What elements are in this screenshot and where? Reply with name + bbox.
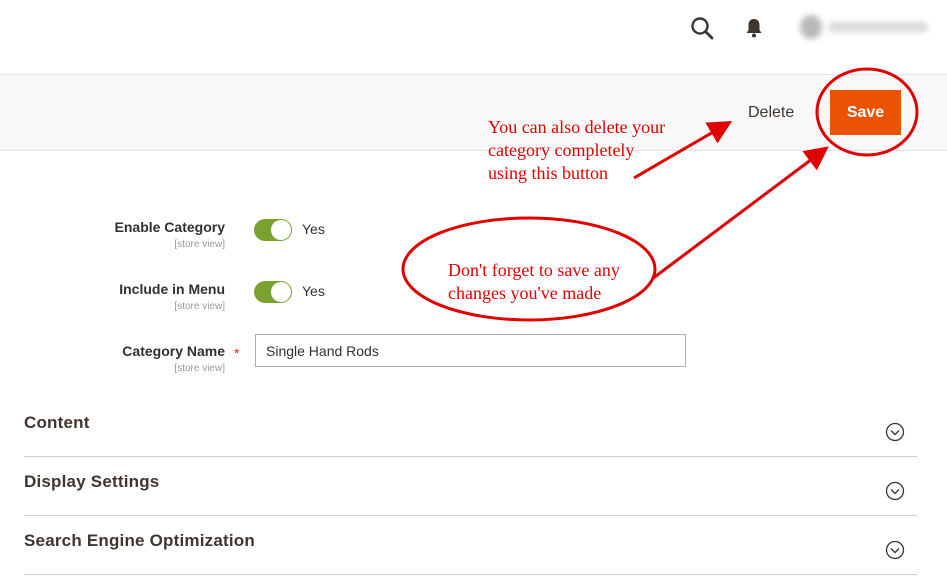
bell-icon[interactable]: [742, 14, 766, 42]
enable-category-scope: [store view]: [174, 239, 225, 250]
section-content-title: Content: [24, 413, 90, 432]
category-name-field: Category Name [store view] *: [0, 334, 947, 387]
section-content[interactable]: Content: [24, 398, 917, 457]
admin-header: [0, 0, 947, 74]
chevron-down-icon: [885, 481, 905, 501]
enable-category-toggle[interactable]: [254, 219, 292, 241]
section-seo[interactable]: Search Engine Optimization: [24, 516, 917, 575]
user-name-blurred: [828, 22, 928, 32]
category-name-input[interactable]: [255, 334, 686, 367]
enable-category-label: Enable Category: [114, 219, 225, 235]
user-account-menu[interactable]: [796, 12, 936, 42]
include-in-menu-label: Include in Menu: [119, 281, 225, 297]
toggle-knob: [271, 282, 291, 302]
page-actions-bar: Delete Save: [0, 74, 947, 151]
chevron-down-icon: [885, 540, 905, 560]
enable-category-field: Enable Category [store view] Yes: [0, 219, 947, 263]
include-in-menu-scope: [store view]: [174, 301, 225, 312]
enable-category-value: Yes: [302, 221, 325, 237]
section-seo-title: Search Engine Optimization: [24, 531, 255, 550]
delete-note-line: using this button: [488, 163, 609, 183]
section-display-settings[interactable]: Display Settings: [24, 457, 917, 516]
chevron-down-icon: [885, 422, 905, 442]
include-in-menu-toggle[interactable]: [254, 281, 292, 303]
delete-button[interactable]: Delete: [738, 100, 804, 126]
avatar: [800, 15, 822, 39]
search-icon[interactable]: [688, 14, 716, 42]
category-name-scope: [store view]: [174, 363, 225, 374]
category-name-label: Category Name: [122, 343, 225, 359]
include-in-menu-field: Include in Menu [store view] Yes: [0, 281, 947, 325]
toggle-knob: [271, 220, 291, 240]
include-in-menu-value: Yes: [302, 283, 325, 299]
section-display-settings-title: Display Settings: [24, 472, 160, 491]
required-asterisk: *: [234, 345, 240, 361]
save-button[interactable]: Save: [830, 90, 901, 135]
